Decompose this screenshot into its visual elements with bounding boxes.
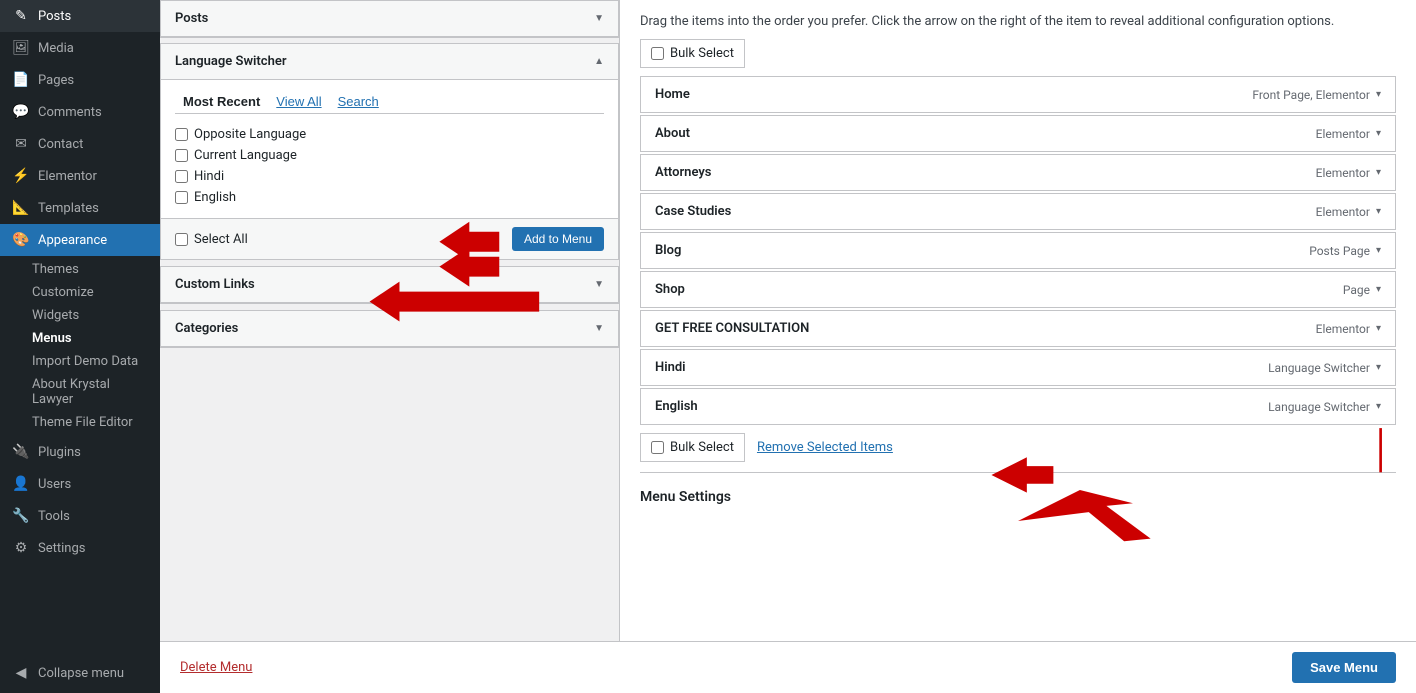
media-icon: 🖼 [12, 40, 30, 56]
appearance-icon: 🎨 [12, 232, 30, 248]
sidebar-item-plugins[interactable]: 🔌 Plugins [0, 436, 160, 468]
collapse-menu[interactable]: ◀ Collapse menu [0, 657, 160, 693]
menu-item-blog[interactable]: Blog Posts Page ▾ [640, 232, 1396, 269]
posts-chevron-icon: ▼ [594, 13, 604, 24]
menu-item-about-chevron[interactable]: ▾ [1376, 128, 1381, 139]
users-icon: 👤 [12, 476, 30, 492]
left-panel: Posts ▼ Language Switcher ▲ Most Recent … [160, 0, 620, 693]
checkbox-english[interactable]: English [175, 187, 604, 208]
sidebar-item-settings[interactable]: ⚙ Settings [0, 532, 160, 564]
menu-item-english[interactable]: English Language Switcher ▾ [640, 388, 1396, 425]
bottom-bulk-select-label[interactable]: Bulk Select [640, 433, 745, 462]
menu-item-blog-chevron[interactable]: ▾ [1376, 245, 1381, 256]
sidebar-sub-themes[interactable]: Themes [12, 258, 160, 281]
categories-accordion: Categories ▼ [160, 310, 619, 348]
checkbox-opposite-language[interactable]: Opposite Language [175, 124, 604, 145]
tools-icon: 🔧 [12, 508, 30, 524]
sidebar-item-elementor[interactable]: ⚡ Elementor [0, 160, 160, 192]
menu-item-gfc-chevron[interactable]: ▾ [1376, 323, 1381, 334]
bottom-bar: Delete Menu Save Menu [160, 641, 1416, 693]
appearance-submenu: Themes Customize Widgets Menus Import De… [0, 256, 160, 436]
main-content: Posts ▼ Language Switcher ▲ Most Recent … [160, 0, 1416, 693]
menu-item-home[interactable]: Home Front Page, Elementor ▾ [640, 76, 1396, 113]
language-switcher-chevron-icon: ▲ [594, 56, 604, 67]
tab-view-all[interactable]: View All [268, 90, 329, 113]
templates-icon: 📐 [12, 200, 30, 216]
sidebar-item-pages[interactable]: 📄 Pages [0, 64, 160, 96]
sidebar-sub-customize[interactable]: Customize [12, 281, 160, 304]
language-switcher-accordion: Language Switcher ▲ Most Recent View All… [160, 43, 619, 260]
comments-icon: 💬 [12, 104, 30, 120]
tab-search[interactable]: Search [330, 90, 387, 113]
top-bulk-select-label[interactable]: Bulk Select [640, 39, 745, 68]
elementor-icon: ⚡ [12, 168, 30, 184]
language-switcher-tabs: Most Recent View All Search [175, 90, 604, 114]
instruction-text: Drag the items into the order you prefer… [640, 0, 1396, 39]
settings-icon: ⚙ [12, 540, 30, 556]
top-bulk-select-checkbox[interactable] [651, 47, 664, 60]
posts-accordion: Posts ▼ [160, 0, 619, 38]
menu-item-hindi[interactable]: Hindi Language Switcher ▾ [640, 349, 1396, 386]
checkbox-hindi[interactable]: Hindi [175, 166, 604, 187]
menu-item-shop-chevron[interactable]: ▾ [1376, 284, 1381, 295]
menu-item-english-chevron[interactable]: ▾ [1376, 401, 1381, 412]
categories-header[interactable]: Categories ▼ [161, 311, 618, 347]
custom-links-header[interactable]: Custom Links ▼ [161, 267, 618, 303]
save-menu-button[interactable]: Save Menu [1292, 652, 1396, 683]
menu-item-get-free-consultation[interactable]: GET FREE CONSULTATION Elementor ▾ [640, 310, 1396, 347]
delete-menu-link[interactable]: Delete Menu [180, 660, 252, 675]
checkbox-current-language[interactable]: Current Language [175, 145, 604, 166]
menu-item-attorneys-chevron[interactable]: ▾ [1376, 167, 1381, 178]
language-switcher-body: Most Recent View All Search Opposite Lan… [161, 80, 618, 218]
bottom-bulk-row: Bulk Select Remove Selected Items [640, 433, 1396, 462]
collapse-icon: ◀ [12, 665, 30, 681]
sidebar-sub-theme-file-editor[interactable]: Theme File Editor [12, 411, 160, 434]
sidebar-item-users[interactable]: 👤 Users [0, 468, 160, 500]
language-switcher-footer: Select All Add to Menu [161, 218, 618, 259]
bottom-bulk-select-checkbox[interactable] [651, 441, 664, 454]
sidebar-item-templates[interactable]: 📐 Templates [0, 192, 160, 224]
sidebar: ✎ Posts 🖼 Media 📄 Pages 💬 Comments ✉ Con… [0, 0, 160, 693]
custom-links-accordion: Custom Links ▼ [160, 266, 619, 304]
sidebar-sub-widgets[interactable]: Widgets [12, 304, 160, 327]
add-to-menu-button[interactable]: Add to Menu [512, 227, 604, 251]
top-bulk-select-row: Bulk Select [640, 39, 1396, 68]
custom-links-chevron-icon: ▼ [594, 279, 604, 290]
pages-icon: 📄 [12, 72, 30, 88]
menu-items-list: Home Front Page, Elementor ▾ About Eleme… [640, 76, 1396, 425]
menu-item-hindi-chevron[interactable]: ▾ [1376, 362, 1381, 373]
contact-icon: ✉ [12, 136, 30, 152]
sidebar-item-contact[interactable]: ✉ Contact [0, 128, 160, 160]
remove-selected-link[interactable]: Remove Selected Items [757, 440, 893, 455]
sidebar-item-appearance[interactable]: 🎨 Appearance [0, 224, 160, 256]
menu-item-about[interactable]: About Elementor ▾ [640, 115, 1396, 152]
sidebar-item-posts[interactable]: ✎ Posts [0, 0, 160, 32]
categories-chevron-icon: ▼ [594, 323, 604, 334]
plugins-icon: 🔌 [12, 444, 30, 460]
right-panel: Drag the items into the order you prefer… [620, 0, 1416, 693]
sidebar-sub-menus[interactable]: Menus [12, 327, 160, 350]
sidebar-item-media[interactable]: 🖼 Media [0, 32, 160, 64]
menu-item-shop[interactable]: Shop Page ▾ [640, 271, 1396, 308]
menu-settings-heading: Menu Settings [640, 472, 1396, 513]
posts-accordion-header[interactable]: Posts ▼ [161, 1, 618, 37]
language-switcher-header[interactable]: Language Switcher ▲ [161, 44, 618, 80]
select-all-label[interactable]: Select All [175, 229, 248, 250]
sidebar-item-tools[interactable]: 🔧 Tools [0, 500, 160, 532]
posts-icon: ✎ [12, 8, 30, 24]
menu-item-case-studies[interactable]: Case Studies Elementor ▾ [640, 193, 1396, 230]
tab-most-recent[interactable]: Most Recent [175, 90, 268, 113]
menu-item-home-chevron[interactable]: ▾ [1376, 89, 1381, 100]
menu-item-case-studies-chevron[interactable]: ▾ [1376, 206, 1381, 217]
sidebar-sub-import-demo[interactable]: Import Demo Data [12, 350, 160, 373]
sidebar-item-comments[interactable]: 💬 Comments [0, 96, 160, 128]
sidebar-sub-about-krystal[interactable]: About Krystal Lawyer [12, 373, 160, 411]
menu-item-attorneys[interactable]: Attorneys Elementor ▾ [640, 154, 1396, 191]
